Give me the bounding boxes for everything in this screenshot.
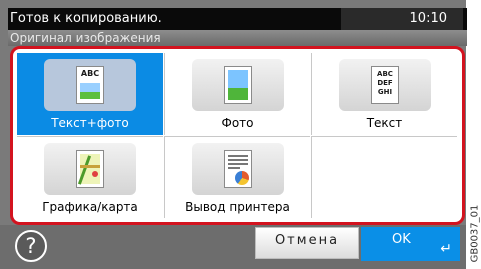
help-button[interactable]: ? — [15, 230, 47, 262]
option-label: Фото — [221, 116, 254, 130]
option-label: Текст — [366, 116, 403, 130]
options-panel: ABC Текст+фото Фото ABC DEF GHI Текст Гр… — [10, 46, 465, 225]
map-icon — [76, 150, 104, 188]
option-empty — [311, 136, 457, 218]
icon-text: ABC — [80, 69, 100, 78]
option-text-photo[interactable]: ABC Текст+фото — [17, 53, 163, 135]
status-bar: Готов к копированию. 10:10 — [8, 8, 467, 30]
photo-icon — [224, 66, 252, 104]
option-icon-box: ABC DEF GHI — [339, 59, 431, 111]
option-printer-output[interactable]: Вывод принтера — [164, 136, 310, 218]
option-label: Вывод принтера — [185, 200, 290, 214]
options-grid: ABC Текст+фото Фото ABC DEF GHI Текст Гр… — [17, 53, 458, 218]
option-icon-box: ABC — [44, 59, 136, 111]
option-icon-box — [192, 59, 284, 111]
screen-title-text: Оригинал изображения — [10, 31, 161, 45]
option-label: Графика/карта — [42, 200, 138, 214]
text-icon: ABC DEF GHI — [371, 66, 399, 104]
touch-panel: Готов к копированию. 10:10 Оригинал изоб… — [0, 0, 467, 269]
option-icon-box — [192, 143, 284, 195]
document-code-text: GB0037_01 — [469, 204, 481, 263]
clock-time: 10:10 — [409, 11, 447, 26]
ok-label: OK — [392, 232, 411, 247]
option-label: Текст+фото — [51, 116, 129, 130]
enter-icon: ↵ — [440, 241, 452, 257]
text-photo-icon: ABC — [76, 66, 104, 104]
clock-area: 10:10 — [341, 8, 463, 30]
option-graphics-map[interactable]: Графика/карта — [17, 136, 163, 218]
help-icon: ? — [25, 234, 37, 258]
icon-text: ABC DEF GHI — [377, 70, 393, 96]
option-icon-box — [44, 143, 136, 195]
printer-output-icon — [224, 150, 252, 188]
ok-button[interactable]: OK ↵ — [361, 227, 460, 261]
option-photo[interactable]: Фото — [164, 53, 310, 135]
screen-title: Оригинал изображения — [8, 30, 467, 46]
document-code: GB0037_01 — [468, 202, 481, 266]
cancel-button[interactable]: Отмена — [255, 227, 359, 259]
option-text[interactable]: ABC DEF GHI Текст — [311, 53, 457, 135]
status-message: Готов к копированию. — [10, 11, 162, 26]
